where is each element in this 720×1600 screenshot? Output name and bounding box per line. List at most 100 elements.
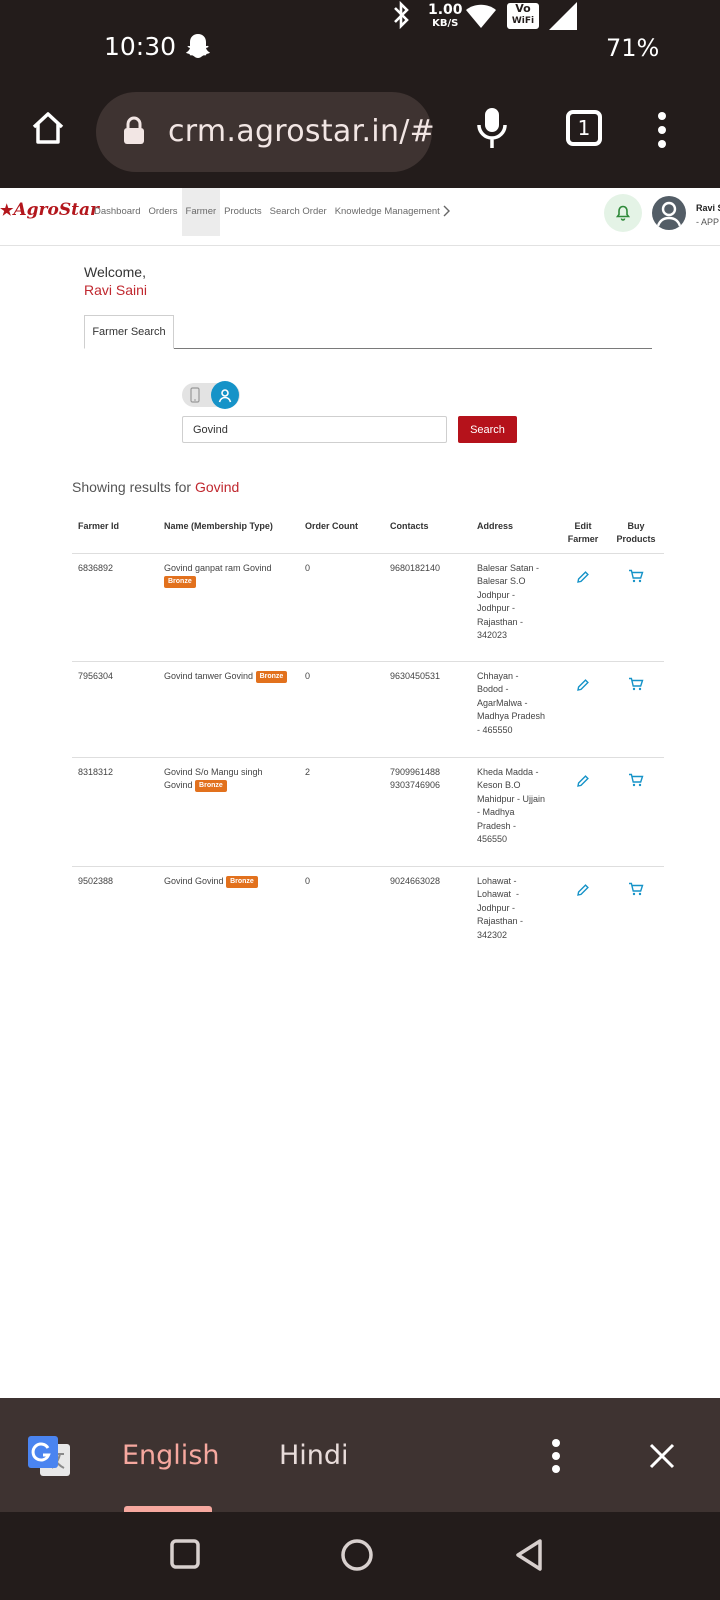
translate-bar: English Hindi: [0, 1398, 720, 1512]
search-mode-toggle[interactable]: [182, 381, 240, 409]
top-navbar: ★AgroStar Dashboard Orders Farmer Produc…: [0, 188, 720, 246]
row-divider: [72, 661, 664, 662]
bell-icon: [616, 205, 630, 221]
contact: 9630450531: [390, 671, 441, 681]
order-count: 0: [305, 671, 311, 681]
tab-farmer-search[interactable]: Farmer Search: [84, 315, 174, 349]
status-time: 10:30: [104, 32, 177, 61]
nav-link-farmer[interactable]: Farmer: [181, 188, 221, 236]
farmer-id: 8318312: [78, 767, 114, 777]
pencil-icon: [577, 679, 589, 691]
pencil-icon: [577, 571, 589, 583]
order-count: 2: [305, 767, 311, 777]
google-translate-icon[interactable]: [26, 1434, 72, 1485]
farmer-id: 6836892: [78, 563, 114, 573]
buy-products-button[interactable]: [628, 569, 644, 588]
more-vert-icon[interactable]: [657, 110, 667, 155]
row-divider: [72, 553, 664, 554]
results-term: Govind: [194, 479, 240, 495]
header-buy-products: Buy Products: [616, 521, 656, 544]
header-farmer-id: Farmer Id: [78, 521, 120, 531]
membership-badge: Bronze: [195, 780, 227, 793]
user-icon: [656, 201, 682, 227]
lock-icon: [122, 116, 146, 151]
header-contacts: Contacts: [390, 521, 429, 531]
nav-link-orders[interactable]: Orders: [144, 188, 181, 236]
farmer-id: 7956304: [78, 671, 114, 681]
row-divider: [72, 866, 664, 867]
contact: 9024663028: [390, 876, 441, 886]
avatar[interactable]: [652, 196, 686, 230]
cart-icon: [629, 569, 644, 583]
membership-badge: Bronze: [226, 875, 258, 888]
microphone-icon[interactable]: [474, 106, 510, 155]
url-text: crm.agrostar.in/#: [168, 114, 436, 149]
farmer-name: Govind Govind Bronze: [164, 875, 299, 888]
translate-target-language[interactable]: Hindi: [279, 1440, 349, 1471]
nav-link-search-order[interactable]: Search Order: [266, 188, 331, 236]
farmer-name: Govind ganpat ram Govind Bronze: [164, 562, 294, 589]
header-order-count: Order Count: [305, 521, 358, 531]
edit-farmer-button[interactable]: [576, 678, 590, 697]
nav-link-dashboard[interactable]: Dashboard: [90, 188, 144, 236]
buy-products-button[interactable]: [628, 773, 644, 792]
contact: 9680182140: [390, 563, 441, 573]
farmer-name: Govind S/o Mangu singh Govind Bronze: [164, 767, 263, 793]
membership-badge: Bronze: [255, 670, 288, 683]
user-search-icon[interactable]: [211, 381, 239, 409]
nav-link-products[interactable]: Products: [220, 188, 266, 236]
home-nav-icon[interactable]: [340, 1538, 374, 1577]
edit-farmer-button[interactable]: [576, 774, 590, 793]
user-name: Ravi S: [696, 203, 720, 213]
address: Kheda Madda - Keson B.O Mahidpur - Ujjai…: [477, 767, 546, 845]
browser-toolbar: crm.agrostar.in/# 1: [0, 90, 720, 188]
back-icon[interactable]: [514, 1538, 544, 1577]
buy-products-button[interactable]: [628, 677, 644, 696]
contacts: 7909961488 9303746906: [390, 767, 441, 791]
net-speed: 1.00 KB/S: [428, 2, 463, 30]
header-edit-farmer: Edit Farmer: [567, 521, 599, 544]
address: Balesar Satan - Balesar S.O Jodhpur - Jo…: [477, 563, 540, 641]
tab-switcher-button[interactable]: 1: [566, 110, 602, 146]
search-input[interactable]: [182, 416, 447, 443]
edit-farmer-button[interactable]: [576, 883, 590, 902]
header-address: Address: [477, 521, 514, 531]
signal-icon: [549, 2, 577, 35]
translate-source-language[interactable]: English: [122, 1440, 220, 1471]
snapchat-ghost-icon: [186, 33, 210, 64]
welcome-user-name: Ravi Saini: [84, 282, 148, 298]
user-role: - APP: [696, 217, 720, 227]
cart-icon: [629, 677, 644, 691]
phone-icon[interactable]: [190, 387, 200, 408]
more-vert-icon[interactable]: [551, 1438, 561, 1479]
notification-button[interactable]: [604, 194, 642, 232]
search-button[interactable]: Search: [458, 416, 517, 443]
agrostar-logo[interactable]: ★AgroStar: [0, 200, 99, 220]
home-icon[interactable]: [28, 108, 68, 153]
system-navigation-bar: [0, 1512, 720, 1600]
nav-link-knowledge-management[interactable]: Knowledge Management: [331, 188, 444, 236]
bluetooth-icon: [392, 0, 410, 35]
battery-level: 71%: [606, 34, 660, 62]
order-count: 0: [305, 876, 311, 886]
web-page: ★AgroStar Dashboard Orders Farmer Produc…: [0, 188, 720, 1398]
pencil-icon: [577, 884, 589, 896]
volte-wifi-icon: Vo WiFi: [507, 3, 539, 29]
farmer-id: 9502388: [78, 876, 114, 886]
farmer-name: Govind tanwer Govind Bronze: [164, 670, 299, 683]
edit-farmer-button[interactable]: [576, 570, 590, 589]
buy-products-button[interactable]: [628, 882, 644, 901]
close-icon[interactable]: [648, 1442, 676, 1475]
address: Chhayan - Bodod - AgarMalwa - Madhya Pra…: [477, 671, 546, 735]
row-divider: [72, 757, 664, 758]
status-bar: 10:30 1.00 KB/S Vo WiFi 71%: [0, 0, 720, 90]
url-bar[interactable]: crm.agrostar.in/#: [96, 92, 436, 172]
address: Lohawat - Lohawat - Jodhpur - Rajasthan …: [477, 876, 524, 940]
nav-links: Dashboard Orders Farmer Products Search …: [90, 188, 450, 236]
pencil-icon: [577, 775, 589, 787]
order-count: 0: [305, 563, 311, 573]
wifi-icon: [466, 4, 496, 33]
recents-icon[interactable]: [169, 1538, 201, 1575]
welcome-text: Welcome,: [84, 264, 146, 280]
chevron-right-icon[interactable]: [442, 205, 450, 220]
